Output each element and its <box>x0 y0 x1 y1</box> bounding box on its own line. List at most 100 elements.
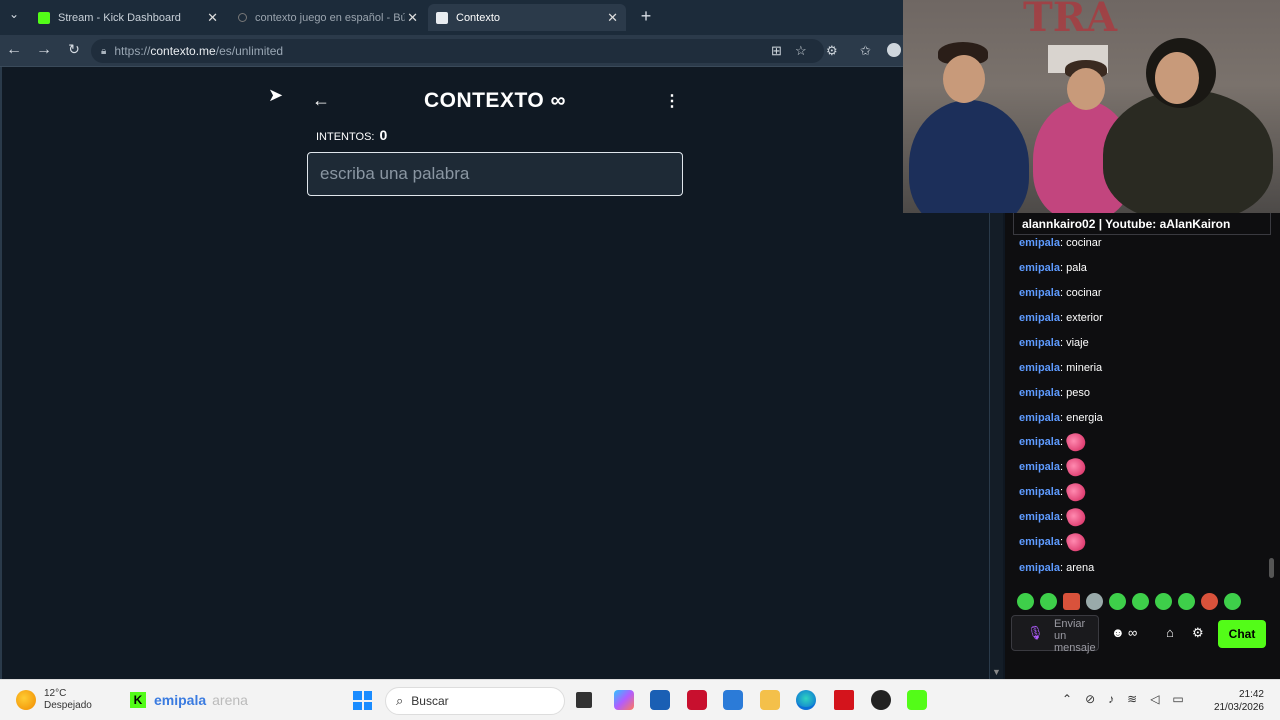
emote-icon[interactable] <box>1201 593 1218 610</box>
search-favicon-icon <box>238 13 247 22</box>
chat-username[interactable]: emipala <box>1019 262 1060 274</box>
close-tab-icon[interactable]: ✕ <box>407 10 418 26</box>
reload-icon[interactable]: ↻ <box>64 41 84 58</box>
system-clock[interactable]: 21:42 21/03/2026 <box>1212 688 1264 714</box>
tab-search[interactable]: contexto juego en español - Búsq ✕ <box>230 4 426 31</box>
kick-username: emipala <box>154 692 207 708</box>
forward-icon[interactable]: → <box>34 41 54 59</box>
system-tray: ⌃ ⊘ ♪ ≋ ◁ ▭ <box>1062 692 1184 706</box>
network-off-icon[interactable]: ⊘ <box>1085 692 1095 706</box>
lock-icon: 🔒︎ <box>101 45 107 57</box>
file-explorer-icon[interactable] <box>760 690 780 710</box>
extensions-icon[interactable]: ⚙ <box>826 43 838 59</box>
chat-text: cocinar <box>1066 237 1102 249</box>
emoji-icon[interactable]: ☻ <box>1111 625 1125 640</box>
chat-message: emipala: exterior <box>1019 312 1103 324</box>
chat-message: emipala: peso <box>1019 387 1090 399</box>
battery-icon[interactable]: ▭ <box>1172 692 1183 706</box>
emote-icon[interactable] <box>1040 593 1057 610</box>
store-icon[interactable]: ⌂ <box>1166 625 1174 640</box>
windows-start-icon[interactable] <box>353 691 372 710</box>
chat-username[interactable]: emipala <box>1019 436 1060 448</box>
back-arrow-icon[interactable]: ← <box>312 90 330 111</box>
emote-icon <box>1064 480 1088 504</box>
store-app-icon[interactable] <box>650 690 670 710</box>
emote-icon[interactable] <box>1086 593 1103 610</box>
lastpass-icon[interactable] <box>834 690 854 710</box>
copilot-icon[interactable] <box>614 690 634 710</box>
task-view-icon[interactable] <box>576 692 592 708</box>
emote-icon[interactable] <box>1224 593 1241 610</box>
chat-username[interactable]: emipala <box>1019 486 1060 498</box>
favorites-icon[interactable]: ✩ <box>860 43 871 59</box>
chat-text: cocinar <box>1066 287 1102 299</box>
page-title: CONTEXTO ∞ <box>400 89 590 113</box>
new-tab-button[interactable]: + <box>636 6 656 27</box>
weather-widget[interactable]: 12°C Despejado <box>16 688 92 712</box>
address-bar[interactable]: 🔒︎ https://contexto.me/es/unlimited <box>91 39 824 63</box>
emote-icon <box>1064 505 1088 529</box>
volume-icon[interactable]: ◁ <box>1150 692 1159 706</box>
emote-icon[interactable] <box>1132 593 1149 610</box>
chat-message: emipala: arena <box>1019 562 1095 574</box>
chat-text: pala <box>1066 262 1087 274</box>
attempts-label: INTENTOS: <box>316 131 375 143</box>
tab-kick-dashboard[interactable]: Stream - Kick Dashboard ✕ <box>30 4 226 31</box>
person-right-face <box>1155 52 1199 104</box>
chat-text: energia <box>1066 412 1103 424</box>
more-options-icon[interactable]: ⋮ <box>664 91 680 111</box>
close-tab-icon[interactable]: ✕ <box>607 10 618 26</box>
back-icon[interactable]: ← <box>4 41 24 59</box>
chat-username[interactable]: emipala <box>1019 312 1060 324</box>
microphone-tray-icon[interactable]: ♪ <box>1108 692 1114 706</box>
chat-username[interactable]: emipala <box>1019 536 1060 548</box>
microphone-icon[interactable]: 🎙︎ <box>1027 625 1044 641</box>
send-chat-button[interactable]: Chat <box>1218 620 1266 648</box>
chat-username[interactable]: emipala <box>1019 237 1060 249</box>
edge-browser-icon[interactable] <box>796 690 816 710</box>
emote-bar <box>1017 593 1241 610</box>
kick-now-playing[interactable]: K emipala arena <box>130 692 248 708</box>
chat-scrollbar[interactable] <box>1269 558 1274 578</box>
webcam-feed: TRA <box>903 0 1280 213</box>
chat-message: emipala: <box>1019 480 1088 504</box>
show-hidden-icons-icon[interactable]: ⌃ <box>1062 692 1072 706</box>
emote-icon <box>1064 455 1088 479</box>
chat-username[interactable]: emipala <box>1019 461 1060 473</box>
chat-username[interactable]: emipala <box>1019 287 1060 299</box>
tab-list-chevron-icon[interactable]: ⌄ <box>4 7 24 21</box>
apps-icon[interactable]: ⊞ <box>771 43 782 59</box>
chat-username[interactable]: emipala <box>1019 412 1060 424</box>
tab-contexto[interactable]: Contexto ✕ <box>428 4 626 31</box>
scroll-down-icon[interactable]: ▼ <box>992 667 1001 677</box>
search-icon: ⌕ <box>396 693 404 708</box>
kick-favicon-icon <box>38 11 50 24</box>
outlook-icon[interactable] <box>723 690 743 710</box>
obs-icon[interactable] <box>871 690 891 710</box>
emote-icon[interactable] <box>1017 593 1034 610</box>
emote-icon[interactable] <box>1063 593 1080 610</box>
chat-message-input[interactable]: Enviar un mensaje <box>1011 615 1099 654</box>
emote-icon[interactable] <box>1109 593 1126 610</box>
favorite-star-icon[interactable]: ☆ <box>795 43 807 59</box>
chat-username[interactable]: emipala <box>1019 337 1060 349</box>
chat-text: arena <box>1066 562 1095 574</box>
gear-icon[interactable]: ⚙ <box>1192 625 1204 641</box>
profile-avatar[interactable] <box>887 43 901 57</box>
infinity-icon[interactable]: ∞ <box>1128 625 1137 640</box>
chat-username[interactable]: emipala <box>1019 387 1060 399</box>
emote-icon[interactable] <box>1178 593 1195 610</box>
chat-message: emipala: cocinar <box>1019 237 1102 249</box>
chat-username[interactable]: emipala <box>1019 362 1060 374</box>
wifi-icon[interactable]: ≋ <box>1127 692 1137 706</box>
mcafee-icon[interactable] <box>687 690 707 710</box>
word-input[interactable] <box>307 152 683 196</box>
chat-message: emipala: <box>1019 530 1088 554</box>
chat-username[interactable]: emipala <box>1019 511 1060 523</box>
chat-username[interactable]: emipala <box>1019 562 1060 574</box>
taskbar-search[interactable]: ⌕ Buscar <box>385 687 565 715</box>
close-tab-icon[interactable]: ✕ <box>207 10 218 26</box>
kick-app-icon[interactable] <box>907 690 927 710</box>
chat-message: emipala: energia <box>1019 412 1103 424</box>
emote-icon[interactable] <box>1155 593 1172 610</box>
